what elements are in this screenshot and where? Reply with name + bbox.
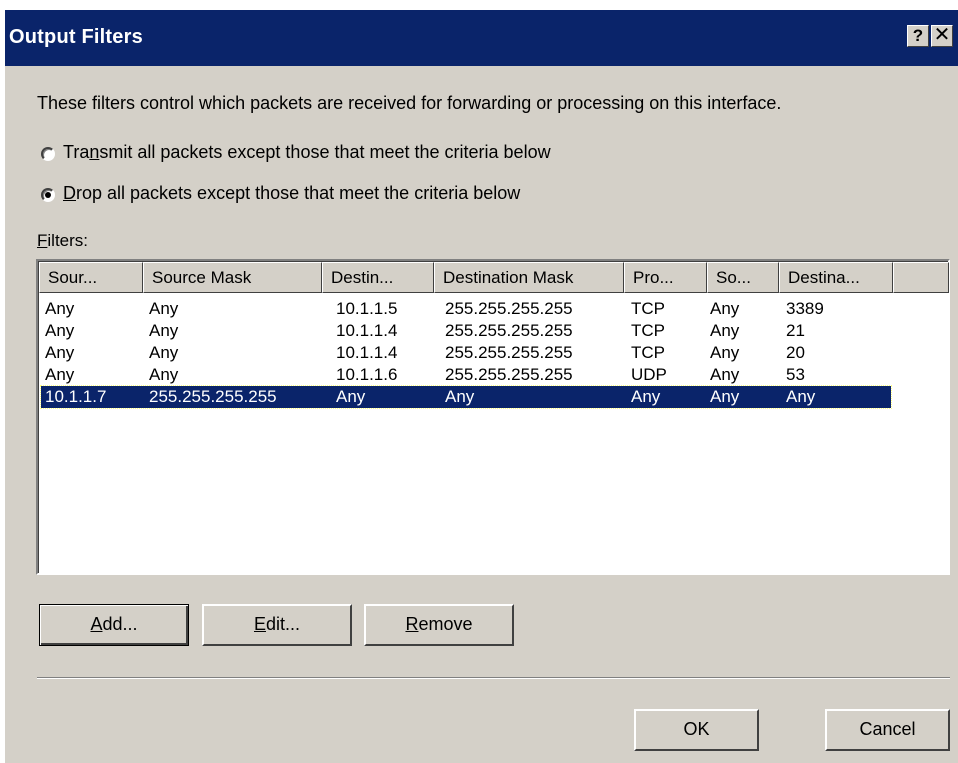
table-cell: 10.1.1.4 <box>336 321 398 340</box>
table-cell: TCP <box>631 321 665 340</box>
table-row[interactable]: Any Any 10.1.1.6 255.255.255.255 UDP Any 53 <box>41 364 891 386</box>
table-cell: 10.1.1.5 <box>336 299 398 318</box>
column-header[interactable]: Source Mask <box>143 262 322 293</box>
table-cell: Any <box>710 365 740 384</box>
column-header[interactable]: Destina... <box>779 262 893 293</box>
table-cell: Any <box>631 387 661 406</box>
column-header[interactable]: Destin... <box>322 262 434 293</box>
table-cell: TCP <box>631 299 665 318</box>
table-cell: Any <box>149 321 179 340</box>
table-cell: 255.255.255.255 <box>149 387 277 406</box>
table-cell: Any <box>445 387 475 406</box>
column-header[interactable]: Pro... <box>624 262 707 293</box>
radio-selected-dot <box>45 192 51 198</box>
table-cell: Any <box>149 299 179 318</box>
remove-button[interactable]: Remove <box>364 604 514 646</box>
table-cell: Any <box>710 343 740 362</box>
transmit-all-radio[interactable] <box>41 147 55 161</box>
transmit-all-label[interactable]: Transmit all packets except those that m… <box>63 142 551 163</box>
table-cell: TCP <box>631 343 665 362</box>
table-cell: Any <box>786 387 816 406</box>
table-cell: Any <box>336 387 366 406</box>
title-bar[interactable]: Output Filters ? ✕ <box>5 10 958 66</box>
table-cell: 10.1.1.4 <box>336 343 398 362</box>
cancel-button[interactable]: Cancel <box>825 709 950 751</box>
separator <box>37 677 950 679</box>
table-cell: Any <box>710 321 740 340</box>
column-header-filler <box>893 262 949 293</box>
table-cell: Any <box>45 343 75 362</box>
drop-all-radio[interactable] <box>41 188 55 202</box>
edit-button[interactable]: Edit... <box>202 604 352 646</box>
table-cell: 20 <box>786 343 805 362</box>
table-cell: Any <box>710 387 740 406</box>
column-header[interactable]: Destination Mask <box>434 262 624 293</box>
filters-list[interactable]: Sour... Source Mask Destin... Destination M… <box>36 259 950 575</box>
table-cell: 10.1.1.6 <box>336 365 398 384</box>
table-cell: Any <box>149 343 179 362</box>
table-cell: 3389 <box>786 299 824 318</box>
add-button[interactable]: Add... <box>39 604 189 646</box>
filters-label: Filters: <box>37 231 89 250</box>
table-cell: 53 <box>786 365 805 384</box>
table-cell: 21 <box>786 321 805 340</box>
table-cell: 255.255.255.255 <box>445 321 573 340</box>
table-row[interactable]: Any Any 10.1.1.4 255.255.255.255 TCP Any 20 <box>41 342 891 364</box>
description-text: These filters control which packets are … <box>37 93 782 113</box>
table-cell: Any <box>149 365 179 384</box>
table-cell: Any <box>45 365 75 384</box>
table-cell: Any <box>45 299 75 318</box>
table-cell: 255.255.255.255 <box>445 343 573 362</box>
table-cell: 255.255.255.255 <box>445 365 573 384</box>
table-cell: 255.255.255.255 <box>445 299 573 318</box>
table-row[interactable]: 10.1.1.7 255.255.255.255 Any Any Any Any Any <box>40 385 892 409</box>
table-row[interactable]: Any Any 10.1.1.5 255.255.255.255 TCP Any 3389 <box>41 298 891 320</box>
table-row[interactable]: Any Any 10.1.1.4 255.255.255.255 TCP Any 21 <box>41 320 891 342</box>
column-header[interactable]: Sour... <box>39 262 143 293</box>
column-header[interactable]: So... <box>707 262 779 293</box>
output-filters-dialog: Output Filters ? ✕ These filters control… <box>3 8 958 763</box>
ok-button[interactable]: OK <box>634 709 759 751</box>
table-cell: 10.1.1.7 <box>45 387 107 406</box>
drop-all-label[interactable]: Drop all packets except those that meet … <box>63 183 520 204</box>
table-cell: UDP <box>631 365 667 384</box>
window-title: Output Filters <box>9 26 143 48</box>
filters-list-header: Sour... Source Mask Destin... Destination M… <box>39 262 949 293</box>
help-icon[interactable]: ? <box>907 25 929 47</box>
table-cell: Any <box>710 299 740 318</box>
close-icon[interactable]: ✕ <box>931 25 953 47</box>
table-cell: Any <box>45 321 75 340</box>
